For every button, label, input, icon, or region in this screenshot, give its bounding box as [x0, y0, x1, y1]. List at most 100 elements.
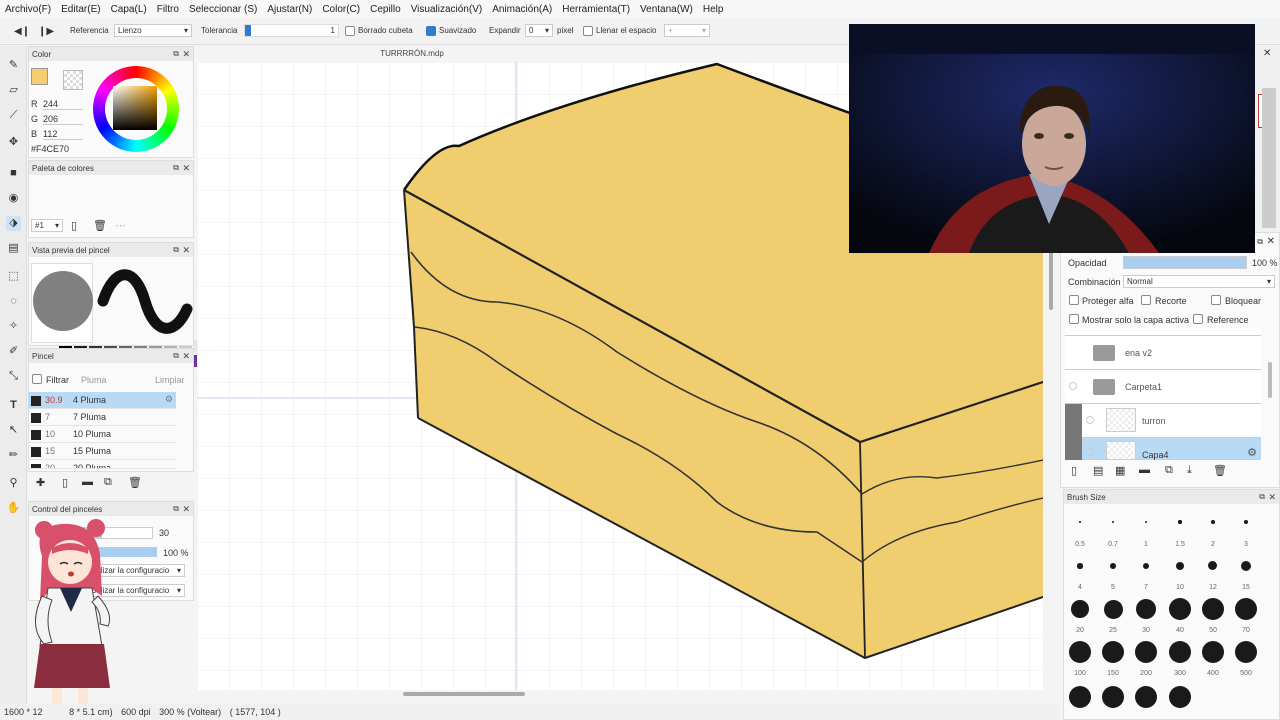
brush-size-dot[interactable]: [1077, 563, 1083, 569]
close-icon[interactable]: ✕: [1263, 48, 1271, 59]
brush-size-dot[interactable]: [1069, 686, 1091, 708]
menu-item-1[interactable]: Editar(E): [56, 4, 105, 15]
llenar-espacio-select[interactable]: + ▾: [664, 24, 710, 37]
visibility-icon[interactable]: [1086, 416, 1094, 424]
eyedropper-icon[interactable]: ⚲: [6, 476, 21, 491]
magic-wand-icon[interactable]: ✧: [6, 319, 21, 334]
float-icon[interactable]: ⧉: [173, 49, 179, 59]
brush-item[interactable]: 30.9 4 Pluma ⚙: [28, 392, 176, 409]
brush-size-dot[interactable]: [1240, 560, 1252, 572]
lock-checkbox[interactable]: [1211, 295, 1221, 305]
menu-item-12[interactable]: Help: [698, 4, 729, 15]
select-pen-icon[interactable]: ✐: [6, 344, 21, 359]
line-tool-icon[interactable]: ⟋: [6, 108, 21, 123]
brush-size-dot[interactable]: [1102, 641, 1124, 663]
next-icon[interactable]: ❙▶: [38, 26, 54, 37]
show-active-checkbox[interactable]: [1069, 314, 1079, 324]
duplicate-icon[interactable]: ⧉: [104, 476, 112, 489]
visibility-icon[interactable]: [1069, 382, 1077, 390]
expandir-select[interactable]: 0 ▾: [525, 24, 553, 37]
brush-size-dot[interactable]: [1135, 598, 1157, 620]
palette-selector[interactable]: #1 ▾: [31, 219, 63, 232]
close-icon[interactable]: ✕: [182, 504, 190, 515]
move-tool-icon[interactable]: ✥: [6, 135, 21, 150]
layer-row-turron[interactable]: turron: [1082, 404, 1261, 438]
brush-size-dot[interactable]: [1110, 563, 1116, 569]
layer-list-scrollbar[interactable]: [1268, 362, 1272, 398]
saturation-square[interactable]: [113, 86, 157, 130]
scrollbar[interactable]: [1262, 88, 1276, 228]
layer-row-folder-ena[interactable]: ena v2: [1065, 336, 1261, 370]
delete-brush-icon[interactable]: 🗑: [128, 476, 142, 489]
layer-opacity-slider[interactable]: [1123, 256, 1247, 269]
delete-layer-icon[interactable]: 🗑: [1213, 464, 1227, 477]
close-icon[interactable]: ✕: [182, 245, 190, 256]
blend-mode-select[interactable]: Normal ▾: [1123, 275, 1275, 288]
close-icon[interactable]: ✕: [182, 49, 190, 60]
hex-value[interactable]: #F4CE70: [31, 144, 69, 154]
brush-size-dot[interactable]: [1169, 598, 1191, 620]
merge-down-icon[interactable]: ⤓: [1187, 464, 1192, 477]
pen-tool-icon[interactable]: ✎: [6, 58, 21, 73]
new-brush-icon[interactable]: ▯: [62, 476, 68, 489]
brush-size-dot[interactable]: [1102, 686, 1124, 708]
add-brush-icon[interactable]: ✚: [36, 476, 45, 489]
brush-size-dot[interactable]: [1169, 686, 1191, 708]
float-icon[interactable]: ⧉: [1257, 237, 1263, 247]
layer-settings-icon[interactable]: ⚙: [1247, 446, 1257, 459]
operation-icon[interactable]: ↖: [6, 423, 21, 438]
bucket-icon[interactable]: ◉: [6, 191, 21, 206]
color-wheel[interactable]: [93, 66, 179, 152]
menu-item-4[interactable]: Seleccionar (S): [184, 4, 262, 15]
g-value[interactable]: 206: [43, 114, 83, 125]
clear-filter-button[interactable]: Limpiar: [155, 375, 185, 385]
brush-item[interactable]: 10 10 Pluma: [28, 426, 176, 443]
delete-palette-icon[interactable]: 🗑: [93, 219, 107, 232]
brush-size-dot[interactable]: [1135, 686, 1157, 708]
brush-item[interactable]: 15 15 Pluma: [28, 443, 176, 460]
new-layer-icon[interactable]: ▯: [1071, 464, 1077, 477]
transform-icon[interactable]: ⤡: [6, 369, 21, 384]
folder-icon[interactable]: ▬: [82, 476, 93, 488]
canvas-tab-title[interactable]: TURRRRÓN.mdp: [197, 46, 627, 61]
brush-size-dot[interactable]: [1235, 598, 1257, 620]
menu-item-0[interactable]: Archivo(F): [0, 4, 56, 15]
select-rect-icon[interactable]: ⬚: [6, 269, 21, 284]
float-icon[interactable]: ⧉: [1259, 492, 1265, 502]
suavizado-checkbox[interactable]: [426, 26, 436, 36]
tolerancia-slider[interactable]: 1: [244, 24, 339, 37]
new-palette-icon[interactable]: ▯: [71, 219, 77, 232]
menu-item-11[interactable]: Ventana(W): [635, 4, 698, 15]
filter-input[interactable]: Pluma: [81, 375, 107, 385]
brush-size-dot[interactable]: [1069, 641, 1091, 663]
brush-size-dot[interactable]: [1202, 598, 1224, 620]
hand-tool-icon[interactable]: ✋: [6, 501, 21, 516]
prev-icon[interactable]: ◀❙: [14, 26, 30, 37]
rect-fill-icon[interactable]: ■: [6, 166, 21, 181]
current-color-swatch[interactable]: [31, 68, 48, 85]
text-tool-icon[interactable]: T: [6, 398, 21, 413]
menu-item-10[interactable]: Herramienta(T): [557, 4, 635, 15]
float-icon[interactable]: ⧉: [173, 351, 179, 361]
canvas-vertical-scrollbar[interactable]: [1049, 252, 1053, 310]
secondary-color-swatch[interactable]: [63, 70, 83, 90]
close-icon[interactable]: ✕: [182, 351, 190, 362]
brush-size-dot[interactable]: [1103, 599, 1123, 619]
clip-checkbox[interactable]: [1141, 295, 1151, 305]
brush-size-dot[interactable]: [1071, 600, 1089, 618]
divide-icon[interactable]: ✏: [6, 448, 21, 463]
float-icon[interactable]: ⧉: [173, 504, 179, 514]
canvas-horizontal-scrollbar[interactable]: [403, 692, 525, 696]
brush-size-dot[interactable]: [1169, 641, 1191, 663]
brush-item[interactable]: 20 20 Pluma: [28, 460, 176, 469]
referencia-select[interactable]: Lienzo ▾: [114, 24, 192, 37]
brush-size-dot[interactable]: [1079, 521, 1081, 523]
more-icon[interactable]: ⋯: [115, 219, 126, 232]
brush-size-dot[interactable]: [1135, 641, 1157, 663]
layer-row-folder-carpeta[interactable]: Carpeta1: [1065, 370, 1261, 404]
eraser-tool-icon[interactable]: ▱: [6, 83, 21, 98]
menu-item-6[interactable]: Color(C): [317, 4, 365, 15]
brush-size-dot[interactable]: [1235, 641, 1257, 663]
layer-row-capa4[interactable]: Capa4 ⚙: [1082, 438, 1261, 460]
brush-size-dot[interactable]: [1178, 520, 1182, 524]
